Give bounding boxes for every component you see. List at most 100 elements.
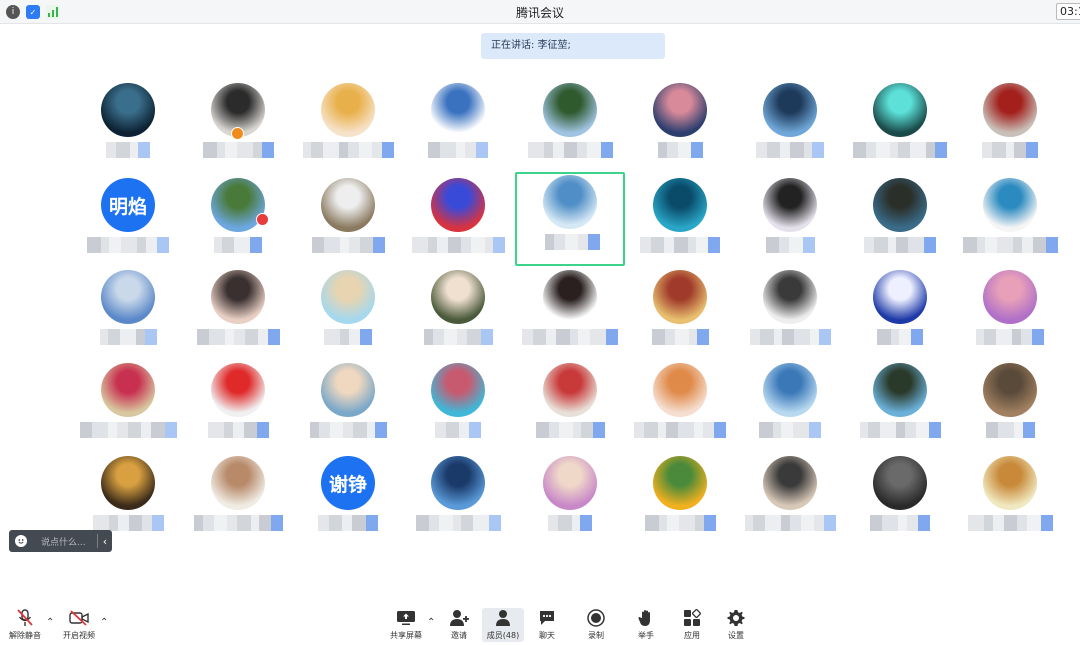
participant-tile[interactable] [73,80,183,174]
participant-name-pixelated [640,237,720,253]
participant-name-pixelated [324,329,372,345]
participant-tile[interactable] [845,360,955,454]
participant-tile[interactable] [625,267,735,361]
participant-tile[interactable] [293,175,403,269]
participant-tile[interactable] [403,453,513,547]
participant-tile[interactable]: 明焰 [73,175,183,269]
participant-tile[interactable] [845,175,955,269]
participant-tile[interactable] [183,360,293,454]
apps-button[interactable]: 应用 [669,609,715,641]
participant-name-pixelated [527,142,613,158]
participant-tile[interactable] [845,80,955,174]
mic-status-icon [469,422,481,438]
mic-status-icon [809,422,821,438]
host-badge-icon [231,127,244,140]
avatar [763,83,817,137]
participant-tile[interactable] [625,360,735,454]
participant-tile[interactable] [183,453,293,547]
raise-hand-button[interactable]: 举手 [623,609,669,641]
share-options-chevron-icon[interactable]: ⌃ [427,617,435,628]
participant-tile[interactable] [403,267,513,361]
participant-tile[interactable] [515,360,625,454]
participant-tile[interactable] [955,80,1065,174]
participant-tile[interactable] [735,453,845,547]
participant-tile[interactable] [625,453,735,547]
participant-tile[interactable] [73,360,183,454]
members-button[interactable]: 成员(48) [482,608,524,642]
participant-tile[interactable] [955,453,1065,547]
avatar [431,83,485,137]
participant-tile[interactable] [515,172,625,266]
start-video-label: 开启视频 [63,631,95,640]
mic-status-icon [714,422,726,438]
participant-name-pixelated [207,422,269,438]
participant-name-pixelated [202,142,274,158]
participant-tile[interactable] [735,267,845,361]
participant-tile[interactable] [183,175,293,269]
participant-tile[interactable] [403,175,513,269]
quick-chat-box[interactable]: 说点什么... ‹ [9,530,112,552]
chat-button[interactable]: 聊天 [524,609,570,641]
participant-tile[interactable] [845,453,955,547]
participant-name-pixelated [759,422,821,438]
settings-button[interactable]: 设置 [713,609,759,641]
mic-status-icon [812,142,824,158]
participant-name-pixelated [657,142,703,158]
participant-tile[interactable] [183,267,293,361]
start-video-button[interactable]: 开启视频 [56,609,102,641]
avatar [431,363,485,417]
unmute-button[interactable]: 解除静音 [2,609,48,641]
participant-name-pixelated [87,237,169,253]
avatar [763,456,817,510]
share-screen-button[interactable]: 共享屏幕 [383,609,429,641]
participant-tile[interactable] [515,80,625,174]
participant-tile[interactable] [845,267,955,361]
emoji-icon[interactable] [15,535,27,547]
participant-tile[interactable] [403,360,513,454]
avatar [321,363,375,417]
chat-bubble-icon [537,609,557,627]
participant-tile[interactable] [625,80,735,174]
participant-tile[interactable] [735,175,845,269]
video-options-chevron-icon[interactable]: ⌃ [100,617,108,628]
participant-tile[interactable] [515,267,625,361]
participant-tile[interactable] [73,267,183,361]
participant-name-pixelated [859,422,941,438]
avatar [653,456,707,510]
participant-tile[interactable] [293,360,403,454]
raise-hand-label: 举手 [638,631,654,640]
avatar [763,270,817,324]
participant-name-pixelated [214,237,262,253]
participant-tile[interactable] [735,360,845,454]
avatar [431,178,485,232]
participant-name-pixelated [435,422,481,438]
participant-tile[interactable] [183,80,293,174]
participant-tile[interactable] [955,360,1065,454]
mic-status-icon [928,422,941,438]
participant-tile[interactable] [293,80,403,174]
participant-name-pixelated [423,329,493,345]
participant-tile[interactable] [403,80,513,174]
participant-tile[interactable] [735,80,845,174]
avatar: 谢铮 [321,456,375,510]
record-button[interactable]: 录制 [573,609,619,641]
participant-tile[interactable] [515,453,625,547]
participant-name-pixelated [92,515,164,531]
participant-name-pixelated [962,237,1058,253]
participant-tile[interactable] [625,175,735,269]
participant-tile[interactable] [293,267,403,361]
members-icon [493,609,513,627]
participant-name-pixelated [318,515,378,531]
participant-tile[interactable] [955,175,1065,269]
mic-status-icon [151,515,164,531]
participant-tile[interactable] [955,267,1065,361]
chat-input-placeholder[interactable]: 说点什么... [41,535,97,548]
collapse-chevron-icon[interactable]: ‹ [98,535,112,548]
mic-status-icon [708,237,720,253]
participant-name-pixelated [651,329,709,345]
audio-options-chevron-icon[interactable]: ⌃ [46,617,54,628]
avatar [101,83,155,137]
participant-tile[interactable]: 谢铮 [293,453,403,547]
mic-status-icon [703,515,716,531]
invite-button[interactable]: 邀请 [436,609,482,641]
